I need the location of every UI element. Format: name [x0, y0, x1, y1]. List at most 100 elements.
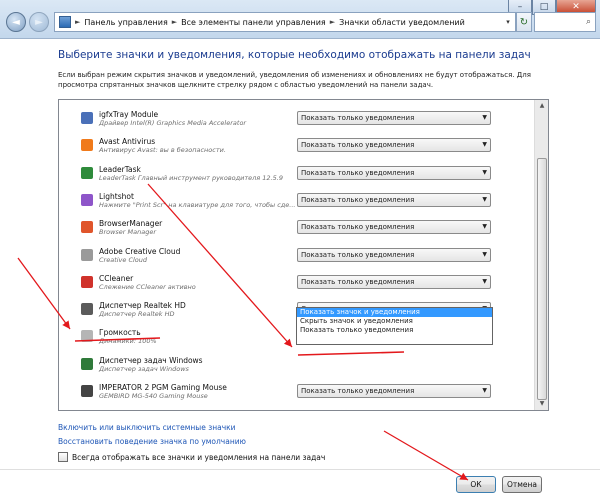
- intel-icon: [81, 112, 93, 124]
- item-description: Динамики: 100%: [99, 337, 157, 346]
- item-description: Creative Cloud: [99, 255, 148, 264]
- item-name: Avast Antivirus: [99, 137, 156, 147]
- behavior-select[interactable]: Показать только уведомления ▼: [297, 274, 491, 289]
- breadcrumb-separator: ►: [171, 18, 178, 26]
- behavior-select-value: Показать только уведомления: [301, 114, 415, 122]
- back-button[interactable]: ◄: [6, 12, 26, 32]
- breadcrumb-all-items[interactable]: Все элементы панели управления: [181, 18, 326, 27]
- item-description: Диспетчер задач Windows: [99, 364, 189, 373]
- list-item: BrowserManager Browser Manager Показать то…: [59, 215, 536, 242]
- avast-icon: [81, 139, 93, 152]
- behavior-select[interactable]: Показать только уведомления ▼: [297, 138, 491, 153]
- restore-defaults-link[interactable]: Восстановить поведение значка по умолчан…: [58, 437, 246, 446]
- content-panel: Выберите значки и уведомления, которые н…: [0, 38, 600, 497]
- item-description: GEMBIRD MG-540 Gaming Mouse: [99, 392, 208, 400]
- page-description: Если выбран режим скрытия значков и увед…: [58, 71, 531, 89]
- footer-divider: [0, 469, 600, 470]
- dropdown-option[interactable]: Скрыть значок и уведомления: [297, 317, 492, 326]
- volume-icon: [81, 330, 93, 343]
- behavior-select[interactable]: Показать только уведомления ▼: [297, 247, 491, 262]
- chevron-down-icon: ▼: [482, 114, 487, 121]
- item-name: Диспетчер Realtek HD: [99, 301, 186, 311]
- behavior-select-value: Показать только уведомления: [301, 250, 415, 259]
- behavior-select[interactable]: Показать только уведомления ▼: [297, 165, 491, 180]
- breadcrumb-separator: ►: [329, 18, 336, 26]
- task-manager-icon: [81, 357, 93, 370]
- scroll-up-button[interactable]: ▲: [535, 100, 548, 112]
- scroll-thumb[interactable]: [537, 158, 547, 400]
- item-name: IMPERATOR 2 PGM Gaming Mouse: [99, 383, 227, 392]
- list-item: Диспетчер задач Windows Диспетчер задач W…: [59, 352, 536, 379]
- browsermanager-icon: [81, 221, 93, 234]
- behavior-dropdown-list[interactable]: Показать значок и уведомления Скрыть зна…: [296, 307, 493, 345]
- chevron-down-icon: ▼: [482, 223, 487, 231]
- address-bar[interactable]: ► Панель управления ► Все элементы панел…: [54, 12, 516, 32]
- breadcrumb-separator: ►: [75, 18, 81, 26]
- chevron-down-icon: ▼: [482, 195, 487, 203]
- item-description: Слежение CCleaner активно: [99, 282, 196, 291]
- list-item: Adobe Creative Cloud Creative Cloud Показа…: [59, 243, 536, 270]
- cancel-button[interactable]: Отмена: [502, 476, 542, 493]
- ok-button[interactable]: ОК: [456, 476, 496, 493]
- refresh-button[interactable]: ↻: [516, 12, 532, 32]
- breadcrumb-notification-icons[interactable]: Значки области уведомлений: [339, 18, 465, 27]
- behavior-select-value: Показать только уведомления: [301, 223, 415, 232]
- chevron-down-icon: ▼: [482, 250, 487, 258]
- behavior-select[interactable]: Показать только уведомления ▼: [297, 384, 491, 398]
- dropdown-option[interactable]: Показать значок и уведомления: [297, 308, 492, 317]
- control-panel-icon: [59, 16, 71, 28]
- list-item: igfxTray Module Драйвер Intel(R) Graphics…: [59, 106, 536, 133]
- list-scrollbar[interactable]: ▲ ▼: [534, 100, 548, 410]
- item-name: igfxTray Module: [99, 110, 159, 119]
- item-name: Lightshot: [99, 191, 134, 201]
- behavior-select-value: Показать только уведомления: [301, 141, 415, 150]
- always-show-label[interactable]: Всегда отображать все значки и уведомлен…: [72, 453, 325, 462]
- window-titlebar: – □ ✕ ◄ ► ► Панель управления ► Все элем…: [0, 0, 600, 38]
- system-icons-link[interactable]: Включить или выключить системные значки: [58, 423, 236, 432]
- item-description: LeaderTask Главный инструмент руководите…: [99, 173, 283, 182]
- chevron-down-icon: ▼: [482, 277, 487, 285]
- item-description: Нажмите "Print Scr" на клавиатуре для то…: [99, 200, 296, 209]
- navigation-buttons: ◄ ►: [6, 12, 49, 32]
- behavior-select[interactable]: Показать только уведомления ▼: [297, 220, 491, 235]
- chevron-down-icon: ▼: [482, 168, 487, 176]
- list-item: LeaderTask LeaderTask Главный инструмент …: [59, 161, 536, 188]
- page-title: Выберите значки и уведомления, которые н…: [58, 49, 531, 61]
- creative-cloud-icon: [81, 248, 93, 261]
- item-description: Антивирус Avast: вы в безопасности.: [99, 146, 226, 155]
- chevron-down-icon: ▼: [482, 141, 487, 149]
- behavior-select-value: Показать только уведомления: [301, 277, 415, 286]
- item-name: BrowserManager: [99, 219, 163, 229]
- speaker-icon: [81, 303, 93, 316]
- behavior-select[interactable]: Показать только уведомления ▼: [297, 111, 491, 125]
- behavior-select-value: Показать только уведомления: [301, 168, 415, 177]
- search-input[interactable]: ⌕: [534, 12, 596, 32]
- list-item: IMPERATOR 2 PGM Gaming Mouse GEMBIRD MG-5…: [59, 379, 536, 406]
- item-name: CCleaner: [99, 273, 134, 283]
- leadertask-icon: [81, 166, 93, 179]
- list-item: CCleaner Слежение CCleaner активно Показат…: [59, 270, 536, 297]
- address-dropdown-icon[interactable]: ▾: [501, 18, 515, 26]
- behavior-select-value: Показать только уведомления: [301, 195, 415, 204]
- list-item: Avast Antivirus Антивирус Avast: вы в без…: [59, 133, 536, 160]
- always-show-checkbox[interactable]: [58, 452, 68, 462]
- lightshot-icon: [81, 193, 93, 206]
- scroll-down-button[interactable]: ▼: [535, 398, 548, 410]
- item-name: Adobe Creative Cloud: [99, 246, 181, 256]
- item-name: LeaderTask: [99, 164, 141, 174]
- behavior-select[interactable]: Показать только уведомления ▼: [297, 192, 491, 207]
- list-item: Lightshot Нажмите "Print Scr" на клавиату…: [59, 188, 536, 215]
- breadcrumb-control-panel[interactable]: Панель управления: [84, 18, 167, 27]
- always-show-row[interactable]: Всегда отображать все значки и уведомлен…: [58, 452, 325, 462]
- item-name: Диспетчер задач Windows: [99, 355, 203, 365]
- item-description: Диспетчер Realtek HD: [99, 310, 175, 319]
- behavior-select-value: Показать только уведомления: [301, 387, 415, 395]
- item-name: Громкость: [99, 328, 141, 338]
- notification-icons-list[interactable]: igfxTray Module Драйвер Intel(R) Graphics…: [58, 99, 549, 411]
- dropdown-option[interactable]: Показать только уведомления: [297, 326, 492, 335]
- item-description: Browser Manager: [99, 228, 157, 237]
- item-description: Драйвер Intel(R) Graphics Media Accelera…: [99, 119, 247, 127]
- mouse-icon: [81, 385, 93, 397]
- chevron-down-icon: ▼: [482, 387, 487, 394]
- forward-button[interactable]: ►: [29, 12, 49, 32]
